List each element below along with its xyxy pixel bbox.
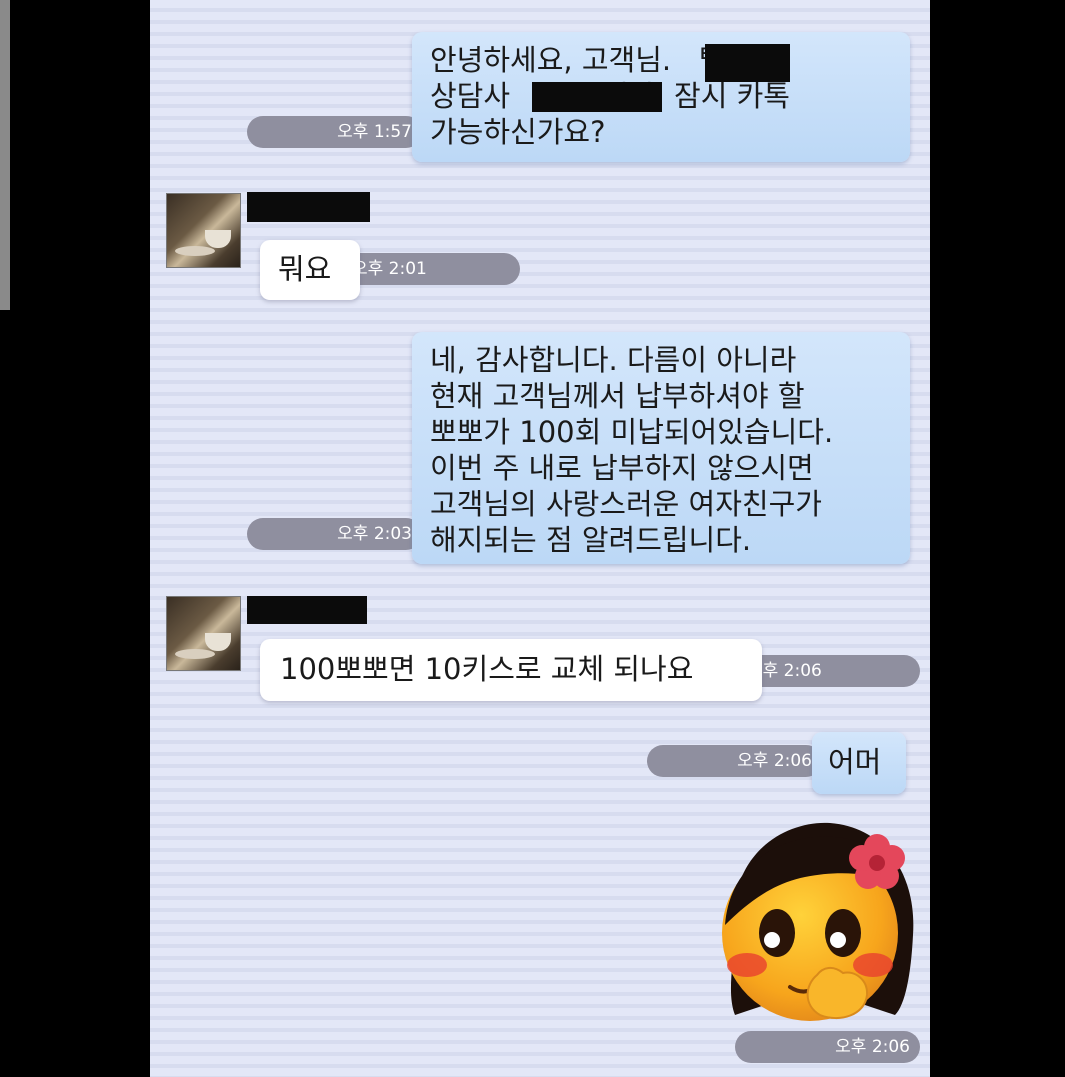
message-time: 오후 2:03 (247, 518, 422, 550)
blushing-girl-emoji-sticker[interactable] (705, 815, 925, 1025)
message-time: 오후 1:57 (247, 116, 422, 148)
redaction-block (532, 82, 662, 112)
chat-view[interactable]: 오후 1:57 안녕하세요, 고객님. 텔레콤 상담사 니다. 잠시 카톡 가능… (150, 0, 930, 1077)
contact-avatar[interactable] (166, 193, 241, 268)
left-edge-strip (0, 0, 10, 310)
message-time: 오후 2:06 (735, 655, 920, 687)
avatar-cup-shape (205, 633, 231, 651)
avatar-cup-shape (205, 230, 231, 248)
chat-bubble-outgoing[interactable]: 네, 감사합니다. 다름이 아니라 현재 고객님께서 납부하셔야 할 뽀뽀가 1… (412, 332, 910, 564)
contact-name-redacted (247, 192, 370, 222)
contact-avatar[interactable] (166, 596, 241, 671)
chat-bubble-incoming[interactable]: 100뽀뽀면 10키스로 교체 되나요 (260, 639, 762, 701)
message-time: 오후 2:06 (647, 745, 822, 777)
message-time: 오후 2:01 (340, 253, 520, 285)
contact-name-redacted (247, 596, 367, 624)
message-time: 오후 2:06 (735, 1031, 920, 1063)
avatar-plate-shape (175, 246, 215, 256)
redaction-block (705, 44, 790, 82)
avatar-plate-shape (175, 649, 215, 659)
chat-bubble-incoming[interactable]: 뭐요 (260, 240, 360, 300)
chat-bubble-outgoing[interactable]: 어머 (812, 732, 906, 794)
screenshot-frame: 오후 1:57 안녕하세요, 고객님. 텔레콤 상담사 니다. 잠시 카톡 가능… (0, 0, 1065, 1077)
